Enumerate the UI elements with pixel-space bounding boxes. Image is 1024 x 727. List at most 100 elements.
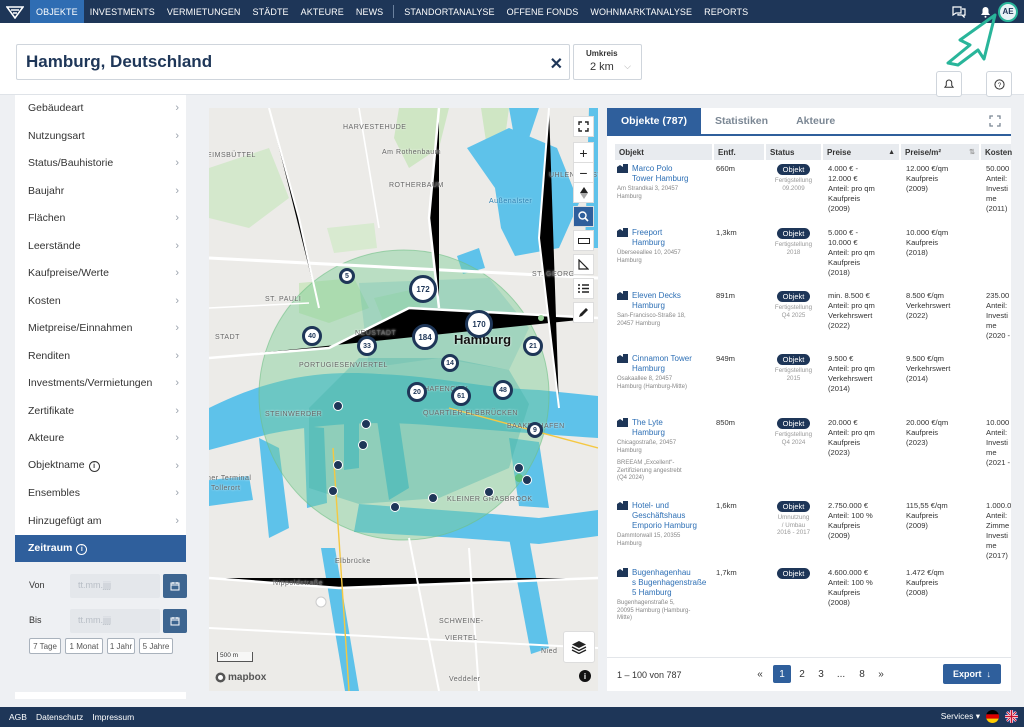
filter-mietpreise-einnahmen[interactable]: Mietpreise/Einnahmen › — [15, 315, 186, 343]
filter-akteure[interactable]: Akteure › — [15, 425, 186, 453]
layers-icon[interactable] — [563, 631, 595, 663]
col-kosten[interactable]: Kosten — [981, 144, 1012, 160]
map-object-marker[interactable] — [390, 502, 400, 512]
filter-zeitraum[interactable]: Zeitraum i — [15, 535, 186, 563]
services-menu[interactable]: Services ▾ — [941, 711, 980, 722]
tab-akteure[interactable]: Akteure — [782, 108, 849, 134]
filter-zertifikate[interactable]: Zertifikate › — [15, 398, 186, 425]
map[interactable]: HARVESTEHUDE EIMSBÜTTEL Am Rothenbaum ROTHE… — [209, 108, 598, 691]
footer-link-impressum[interactable]: Impressum — [92, 712, 134, 722]
map-cluster-marker[interactable]: 5 — [339, 268, 355, 284]
expand-panel-icon[interactable] — [989, 115, 1001, 127]
von-calendar-icon[interactable] — [163, 574, 187, 598]
col-objekt[interactable]: Objekt — [615, 144, 712, 160]
mapbox-logo[interactable]: mapbox — [215, 672, 266, 683]
filter-kosten[interactable]: Kosten › — [15, 288, 186, 315]
nav-item-standortanalyse[interactable]: STANDORTANALYSE — [398, 0, 500, 23]
col-entf[interactable]: Entf. — [714, 144, 764, 160]
uk-flag-icon[interactable] — [1005, 710, 1018, 723]
filter-hinzugefügt-am[interactable]: Hinzugefügt am › — [15, 508, 186, 535]
map-cluster-marker[interactable]: 21 — [523, 336, 543, 356]
pagination-page-2[interactable]: 2 — [793, 665, 811, 683]
map-cluster-marker[interactable]: 48 — [493, 380, 513, 400]
app-logo-icon[interactable] — [0, 0, 30, 23]
filter-kaufpreise-werte[interactable]: Kaufpreise/Werte › — [15, 260, 186, 288]
nav-item-offene-fonds[interactable]: OFFENE FONDS — [501, 0, 585, 23]
von-date-input[interactable]: tt.mm.jjjj — [70, 574, 160, 598]
map-cluster-marker[interactable]: 9 — [527, 422, 543, 438]
export-button[interactable]: Export ↓ — [943, 664, 1001, 684]
clear-location-icon[interactable]: ✕ — [550, 54, 563, 74]
tab-statistiken[interactable]: Statistiken — [701, 108, 782, 134]
object-name-link[interactable]: Cinnamon Tower Hamburg — [632, 354, 692, 374]
zoom-out-icon[interactable]: − — [573, 162, 594, 183]
object-name-link[interactable]: Hotel- und Geschäftshaus Emporio Hamburg — [632, 501, 697, 531]
pagination-prev[interactable]: « — [751, 665, 769, 683]
map-cluster-marker[interactable]: 61 — [451, 386, 471, 406]
pagination-page-3[interactable]: 3 — [812, 665, 830, 683]
filter-gebäudeart[interactable]: Gebäudeart › — [15, 95, 186, 123]
pagination-page-1[interactable]: 1 — [773, 665, 791, 683]
measure-area-icon[interactable] — [573, 254, 594, 275]
map-object-marker[interactable] — [328, 486, 338, 496]
quick-1-jahr-button[interactable]: 1 Jahr — [107, 638, 135, 654]
map-object-marker[interactable] — [514, 463, 524, 473]
map-cluster-marker[interactable]: 170 — [465, 310, 493, 338]
filter-renditen[interactable]: Renditen › — [15, 343, 186, 370]
footer-link-datenschutz[interactable]: Datenschutz — [36, 712, 83, 722]
map-cluster-marker[interactable]: 184 — [412, 324, 438, 350]
filter-status-bauhistorie[interactable]: Status/Bauhistorie › — [15, 150, 186, 178]
map-cluster-marker[interactable]: 14 — [441, 354, 459, 372]
map-object-marker[interactable] — [333, 460, 343, 470]
sort-asc-icon[interactable]: ▲ — [888, 149, 895, 156]
filter-investments-vermietungen[interactable]: Investments/Vermietungen › — [15, 370, 186, 398]
object-name-link[interactable]: Bugenhagenhau s Bugenhagenstraße 5 Hamburg — [632, 568, 706, 598]
quick-7-tage-button[interactable]: 7 Tage — [29, 638, 61, 654]
nav-item-investments[interactable]: INVESTMENTS — [84, 0, 161, 23]
map-object-marker[interactable] — [484, 487, 494, 497]
quick-5-jahre-button[interactable]: 5 Jahre — [139, 638, 173, 654]
bis-calendar-icon[interactable] — [163, 609, 187, 633]
list-icon[interactable] — [573, 278, 594, 299]
nav-item-akteure[interactable]: AKTEURE — [295, 0, 350, 23]
col-preise[interactable]: Preise ▲ — [823, 144, 899, 160]
pagination-page-8[interactable]: 8 — [853, 665, 871, 683]
compass-icon[interactable] — [573, 182, 594, 203]
filter-baujahr[interactable]: Baujahr › — [15, 178, 186, 205]
map-object-marker[interactable] — [358, 440, 368, 450]
filter-objektname[interactable]: Objektname i › — [15, 453, 186, 480]
object-name-link[interactable]: Freeport Hamburg — [632, 228, 665, 248]
zoom-in-icon[interactable]: + — [573, 142, 594, 163]
filter-ensembles[interactable]: Ensembles › — [15, 480, 186, 508]
map-object-marker[interactable] — [522, 475, 532, 485]
filter-leerstände[interactable]: Leerstände › — [15, 233, 186, 260]
map-object-marker[interactable] — [333, 401, 343, 411]
info-icon[interactable]: i — [76, 544, 88, 555]
nav-item-objekte[interactable]: OBJEKTE — [30, 0, 84, 23]
nav-item-städte[interactable]: STÄDTE — [247, 0, 295, 23]
map-cluster-marker[interactable]: 20 — [407, 382, 427, 402]
map-cluster-marker[interactable]: 172 — [409, 275, 437, 303]
footer-link-agb[interactable]: AGB — [9, 712, 27, 722]
map-cluster-marker[interactable]: 33 — [357, 336, 377, 356]
map-attribution-info-icon[interactable]: i — [579, 670, 591, 682]
object-name-link[interactable]: The Lyte Hamburg — [632, 418, 665, 438]
map-object-marker[interactable] — [428, 493, 438, 503]
measure-distance-icon[interactable] — [573, 230, 594, 251]
quick-1-monat-button[interactable]: 1 Monat — [65, 638, 103, 654]
filter-flächen[interactable]: Flächen › — [15, 205, 186, 233]
fullscreen-map-icon[interactable] — [573, 116, 594, 137]
location-search-input[interactable]: Hamburg, Deutschland ✕ — [16, 44, 570, 80]
german-flag-icon[interactable] — [986, 710, 999, 723]
object-name-link[interactable]: Marco Polo Tower Hamburg — [632, 164, 688, 184]
bis-date-input[interactable]: tt.mm.jjjj — [70, 609, 160, 633]
pagination-next[interactable]: » — [872, 665, 890, 683]
map-object-marker[interactable] — [361, 419, 371, 429]
nav-item-wohnmarktanalyse[interactable]: WOHNMARKTANALYSE — [584, 0, 698, 23]
nav-item-reports[interactable]: REPORTS — [698, 0, 754, 23]
nav-item-news[interactable]: NEWS — [350, 0, 389, 23]
object-name-link[interactable]: Eleven Decks Hamburg — [632, 291, 681, 311]
info-icon[interactable]: i — [88, 461, 100, 473]
map-cluster-marker[interactable]: 40 — [302, 326, 322, 346]
filter-nutzungsart[interactable]: Nutzungsart › — [15, 123, 186, 150]
